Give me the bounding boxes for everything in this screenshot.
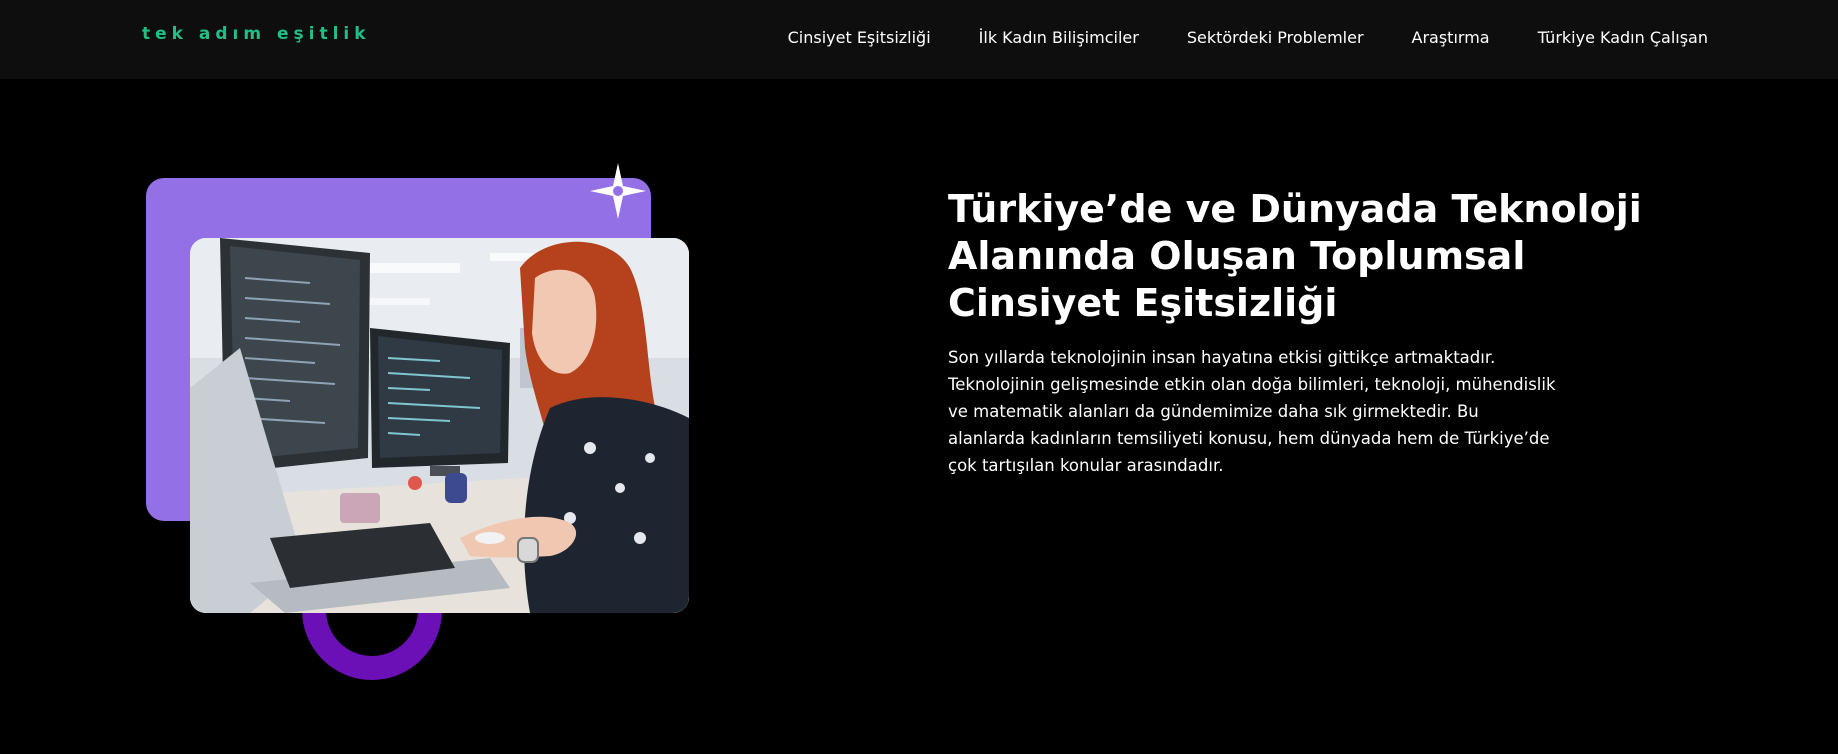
- nav-link-cinsiyet-esitsizligi[interactable]: Cinsiyet Eşitsizliği: [788, 28, 931, 47]
- hero-title: Türkiye’de ve Dünyada Teknoloji Alanında…: [948, 187, 1642, 325]
- nav-link-arastirma[interactable]: Araştırma: [1412, 28, 1490, 47]
- sparkle-icon: [590, 163, 646, 219]
- nav-link-ilk-kadin-bilisimciler[interactable]: İlk Kadın Bilişimciler: [979, 28, 1139, 47]
- nav-link-turkiye-kadin-calisan[interactable]: Türkiye Kadın Çalışan: [1538, 28, 1708, 47]
- hero-photo-woman-at-computer: [190, 238, 689, 613]
- main-menu: Cinsiyet Eşitsizliği İlk Kadın Bilişimci…: [788, 28, 1708, 47]
- hero-description: Son yıllarda teknolojinin insan hayatına…: [948, 348, 1556, 475]
- hero-illustration: [0, 0, 760, 754]
- nav-link-sektordeki-problemler[interactable]: Sektördeki Problemler: [1187, 28, 1364, 47]
